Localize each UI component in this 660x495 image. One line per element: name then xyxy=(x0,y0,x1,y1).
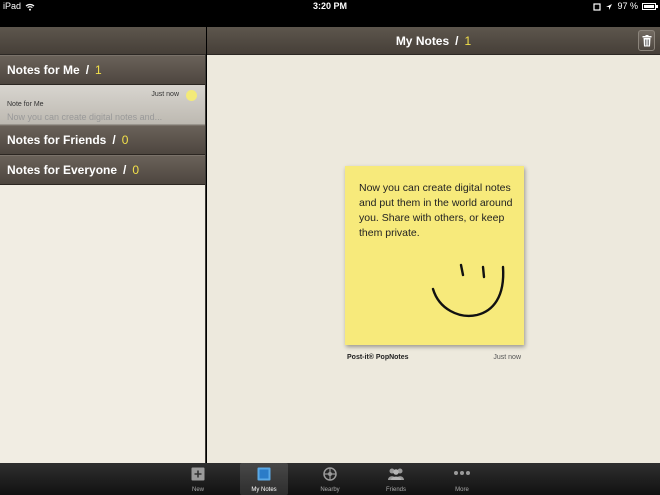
section-separator: / xyxy=(85,63,90,77)
app-brand-label: Post-it® PopNotes xyxy=(347,354,409,361)
note-item-time: Just now xyxy=(151,91,179,98)
note-item-preview: Now you can create digital notes and... xyxy=(7,112,163,122)
notes-count: 1 xyxy=(464,33,472,48)
section-count: 0 xyxy=(132,163,140,177)
sticky-note-text: Now you can create digital notes and put… xyxy=(359,182,513,239)
delete-button[interactable] xyxy=(638,30,655,51)
sticky-note-footer: Post-it® PopNotes Just now xyxy=(347,354,523,361)
section-notes-for-me[interactable]: Notes for Me / 1 xyxy=(0,55,205,85)
sticky-note-time: Just now xyxy=(493,354,521,361)
location-icon xyxy=(606,3,613,10)
section-label: Notes for Me xyxy=(7,63,80,77)
new-note-icon xyxy=(191,467,205,481)
note-item-title: Note for Me xyxy=(7,101,44,108)
section-separator: / xyxy=(112,133,116,147)
my-notes-icon xyxy=(257,467,271,481)
tab-label: Nearby xyxy=(320,487,340,493)
section-label: Notes for Friends xyxy=(7,133,107,147)
tab-label: New xyxy=(191,487,204,493)
sidebar-header xyxy=(0,27,206,55)
section-separator: / xyxy=(123,163,127,177)
sticky-note[interactable]: Now you can create digital notes and put… xyxy=(345,166,524,345)
rotation-lock-icon xyxy=(593,2,602,11)
battery-percent: 97 % xyxy=(617,1,638,11)
smiley-drawing-icon xyxy=(431,263,505,318)
note-color-dot xyxy=(186,90,197,101)
note-list-item[interactable]: Just now Note for Me Now you can create … xyxy=(0,85,205,125)
tab-label: More xyxy=(455,487,469,493)
section-notes-for-everyone[interactable]: Notes for Everyone / 0 xyxy=(0,155,205,185)
tab-label: Friends xyxy=(385,487,406,493)
friends-icon xyxy=(388,468,404,480)
page-title: My Notes xyxy=(395,33,450,48)
section-label: Notes for Everyone xyxy=(7,163,118,177)
tab-new[interactable]: New xyxy=(174,463,222,495)
nearby-icon xyxy=(323,467,337,481)
clock: 3:20 PM xyxy=(312,1,347,11)
title-separator: / xyxy=(455,33,459,48)
trash-icon xyxy=(642,34,651,46)
tab-friends[interactable]: Friends xyxy=(372,463,420,495)
tab-nearby[interactable]: Nearby xyxy=(306,463,354,495)
tab-label: My Notes xyxy=(251,487,277,493)
section-notes-for-friends[interactable]: Notes for Friends / 0 xyxy=(0,125,205,155)
section-count: 1 xyxy=(95,63,102,77)
sidebar: Notes for Me / 1 Just now Note for Me No… xyxy=(0,55,206,463)
tab-bar: New My Notes Nearby Friends More xyxy=(0,463,660,495)
tab-my-notes[interactable]: My Notes xyxy=(240,463,288,495)
main-header: My Notes / 1 xyxy=(207,27,660,55)
status-bar: iPad 3:20 PM 97 % xyxy=(0,0,660,13)
note-canvas: Now you can create digital notes and put… xyxy=(207,55,660,463)
battery-icon xyxy=(642,3,658,10)
battery-fill xyxy=(644,5,654,8)
more-icon xyxy=(454,471,470,475)
section-count: 0 xyxy=(121,133,129,147)
tab-more[interactable]: More xyxy=(438,463,486,495)
